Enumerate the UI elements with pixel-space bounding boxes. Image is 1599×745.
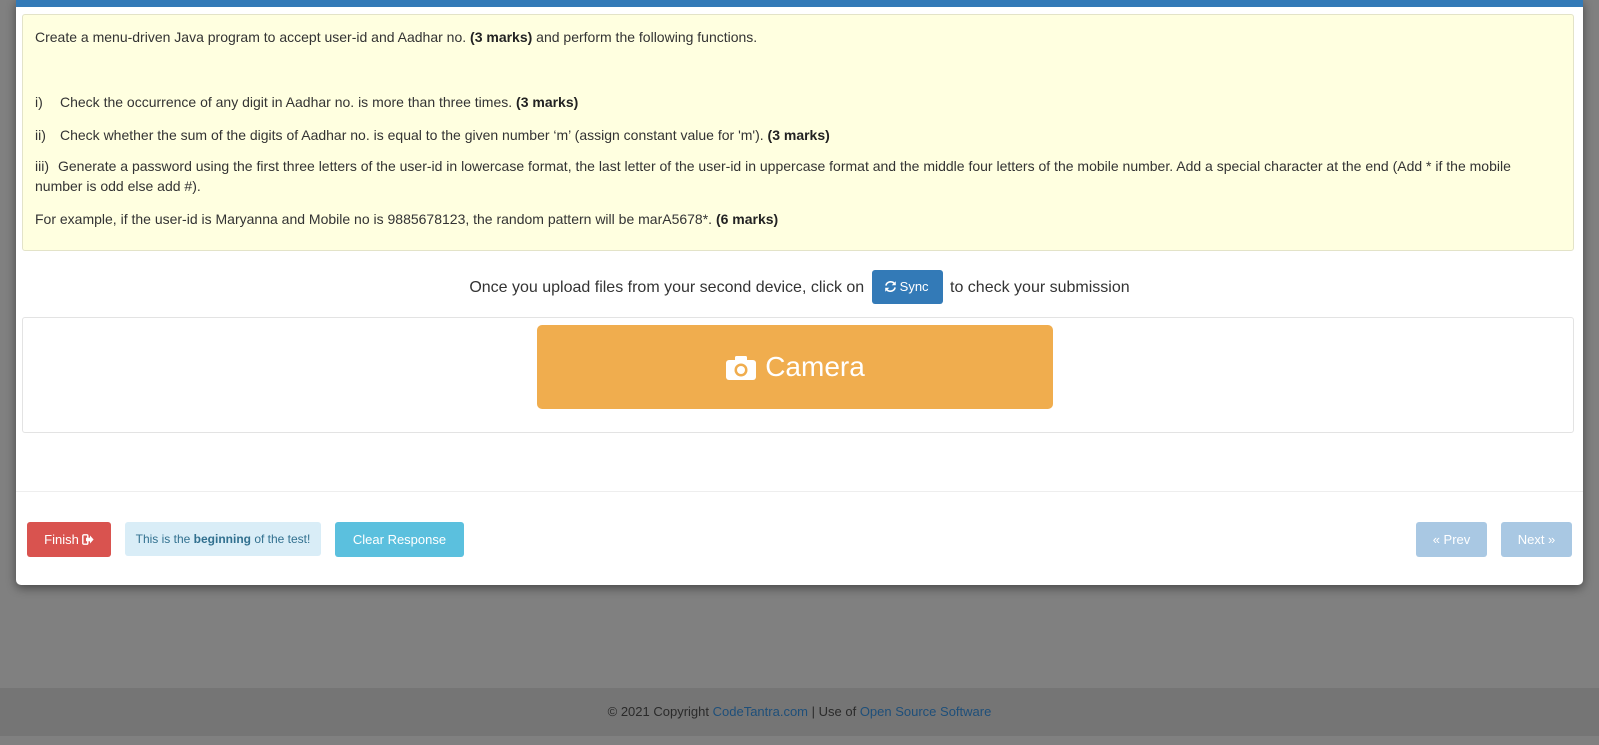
open-source-software-link[interactable]: Open Source Software: [860, 704, 992, 719]
question-item-3: iii) Generate a password using the first …: [35, 158, 1511, 194]
sign-out-icon: [81, 534, 94, 545]
question-intro: Create a menu-driven Java program to acc…: [35, 29, 758, 45]
sync-button[interactable]: Sync: [871, 270, 943, 304]
question-item-1: i) Check the occurrence of any digit in A…: [35, 94, 579, 110]
camera-panel: Camera: [22, 317, 1574, 433]
footer-divider: [16, 491, 1583, 492]
refresh-icon: [884, 280, 896, 293]
clear-response-button[interactable]: Clear Response: [335, 522, 464, 557]
question-item-2: ii) Check whether the sum of the digits o…: [35, 127, 830, 143]
next-button[interactable]: Next »: [1501, 522, 1572, 557]
camera-icon: [726, 356, 757, 380]
camera-button[interactable]: Camera: [537, 325, 1053, 409]
modal-top-bar: [16, 0, 1583, 7]
sync-instructions: Once you upload files from your second d…: [16, 270, 1583, 305]
page-footer: © 2021 Copyright CodeTantra.com | Use of…: [0, 688, 1599, 736]
codetantra-link[interactable]: CodeTantra.com: [713, 704, 808, 719]
question-panel: Create a menu-driven Java program to acc…: [22, 14, 1574, 251]
finish-button[interactable]: Finish: [27, 522, 111, 557]
question-example: For example, if the user-id is Maryanna …: [35, 211, 779, 227]
prev-button[interactable]: « Prev: [1416, 522, 1487, 557]
question-modal: Create a menu-driven Java program to acc…: [16, 0, 1583, 585]
beginning-of-test-note: This is the beginning of the test!: [125, 522, 321, 556]
